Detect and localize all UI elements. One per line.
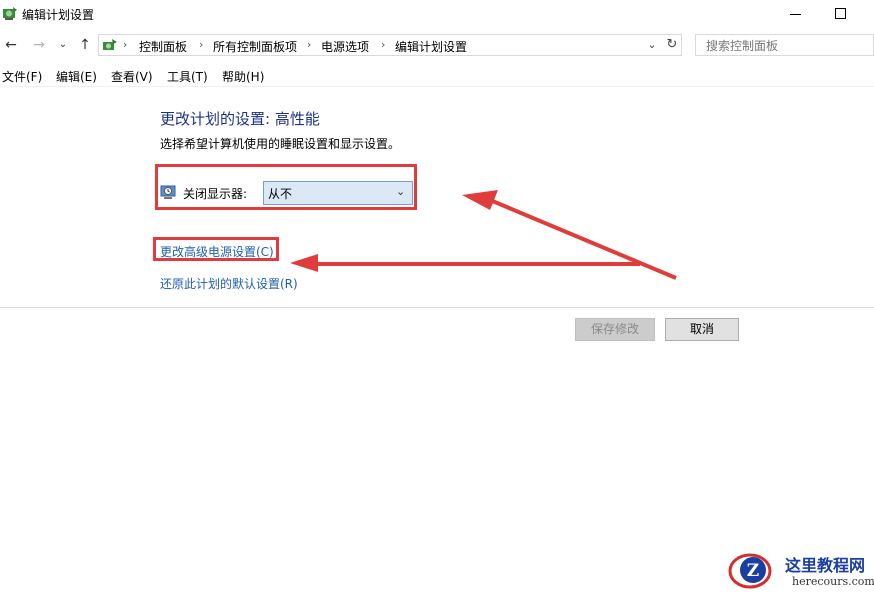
annotation-arrow-head: [290, 254, 318, 272]
breadcrumb-separator: ›: [381, 38, 386, 51]
title-bar: 编辑计划设置: [0, 0, 874, 30]
save-button[interactable]: 保存修改: [575, 318, 655, 341]
menu-item-edit[interactable]: 编辑(E): [56, 68, 97, 85]
display-off-select[interactable]: 从不 ⌄: [263, 181, 413, 205]
address-bar[interactable]: › 控制面板 › 所有控制面板项 › 电源选项 › 编辑计划设置 ⌄ ↻: [98, 34, 682, 56]
control-panel-icon: [103, 39, 117, 50]
menu-item-view[interactable]: 查看(V): [111, 68, 153, 85]
cancel-button[interactable]: 取消: [665, 318, 739, 341]
chevron-down-icon[interactable]: ⌄: [54, 36, 72, 54]
menu-item-file[interactable]: 文件(F): [2, 68, 42, 85]
minimize-button[interactable]: [784, 2, 808, 26]
annotation-arrow-line: [489, 198, 677, 280]
breadcrumb-item[interactable]: 编辑计划设置: [395, 38, 467, 55]
menu-divider: [0, 86, 874, 87]
chevron-down-icon[interactable]: ⌄: [644, 37, 660, 53]
refresh-icon[interactable]: ↻: [664, 37, 680, 53]
maximize-button[interactable]: [828, 2, 852, 26]
advanced-power-settings-link[interactable]: 更改高级电源设置(C): [160, 243, 274, 260]
breadcrumb-separator: ›: [307, 38, 312, 51]
restore-defaults-link[interactable]: 还原此计划的默认设置(R): [160, 275, 298, 292]
arrow-up-icon[interactable]: ↑: [76, 36, 94, 54]
menu-bar: 文件(F) 编辑(E) 查看(V) 工具(T) 帮助(H): [0, 66, 874, 86]
display-off-value: 从不: [268, 187, 293, 201]
arrow-left-icon[interactable]: ←: [2, 36, 20, 54]
annotation-arrow-head: [462, 190, 498, 210]
window-title: 编辑计划设置: [22, 8, 95, 22]
page-description: 选择希望计算机使用的睡眠设置和显示设置。: [160, 137, 401, 151]
display-off-label: 关闭显示器:: [183, 187, 248, 201]
page-title: 更改计划的设置: 高性能: [160, 110, 320, 128]
breadcrumb-item[interactable]: 电源选项: [321, 38, 369, 55]
arrow-right-icon[interactable]: →: [30, 36, 48, 54]
watermark-title: 这里教程网: [785, 556, 866, 575]
watermark-logo-letter: Z: [747, 561, 759, 581]
breadcrumb-item[interactable]: 控制面板: [139, 38, 187, 55]
search-input[interactable]: [704, 36, 868, 56]
watermark-logo: Z: [728, 553, 772, 589]
annotation-arrows: [290, 190, 677, 280]
chevron-down-icon: ⌄: [396, 185, 406, 198]
menu-item-tools[interactable]: 工具(T): [167, 68, 208, 85]
breadcrumb-separator: ›: [123, 38, 128, 51]
menu-item-help[interactable]: 帮助(H): [222, 68, 264, 85]
display-clock-icon: [160, 185, 176, 199]
content-divider: [0, 307, 874, 308]
power-options-icon: [3, 7, 17, 20]
watermark-url: herecours.com: [792, 575, 874, 588]
search-box[interactable]: [695, 34, 874, 56]
breadcrumb-item[interactable]: 所有控制面板项: [213, 38, 297, 55]
breadcrumb-separator: ›: [199, 38, 204, 51]
